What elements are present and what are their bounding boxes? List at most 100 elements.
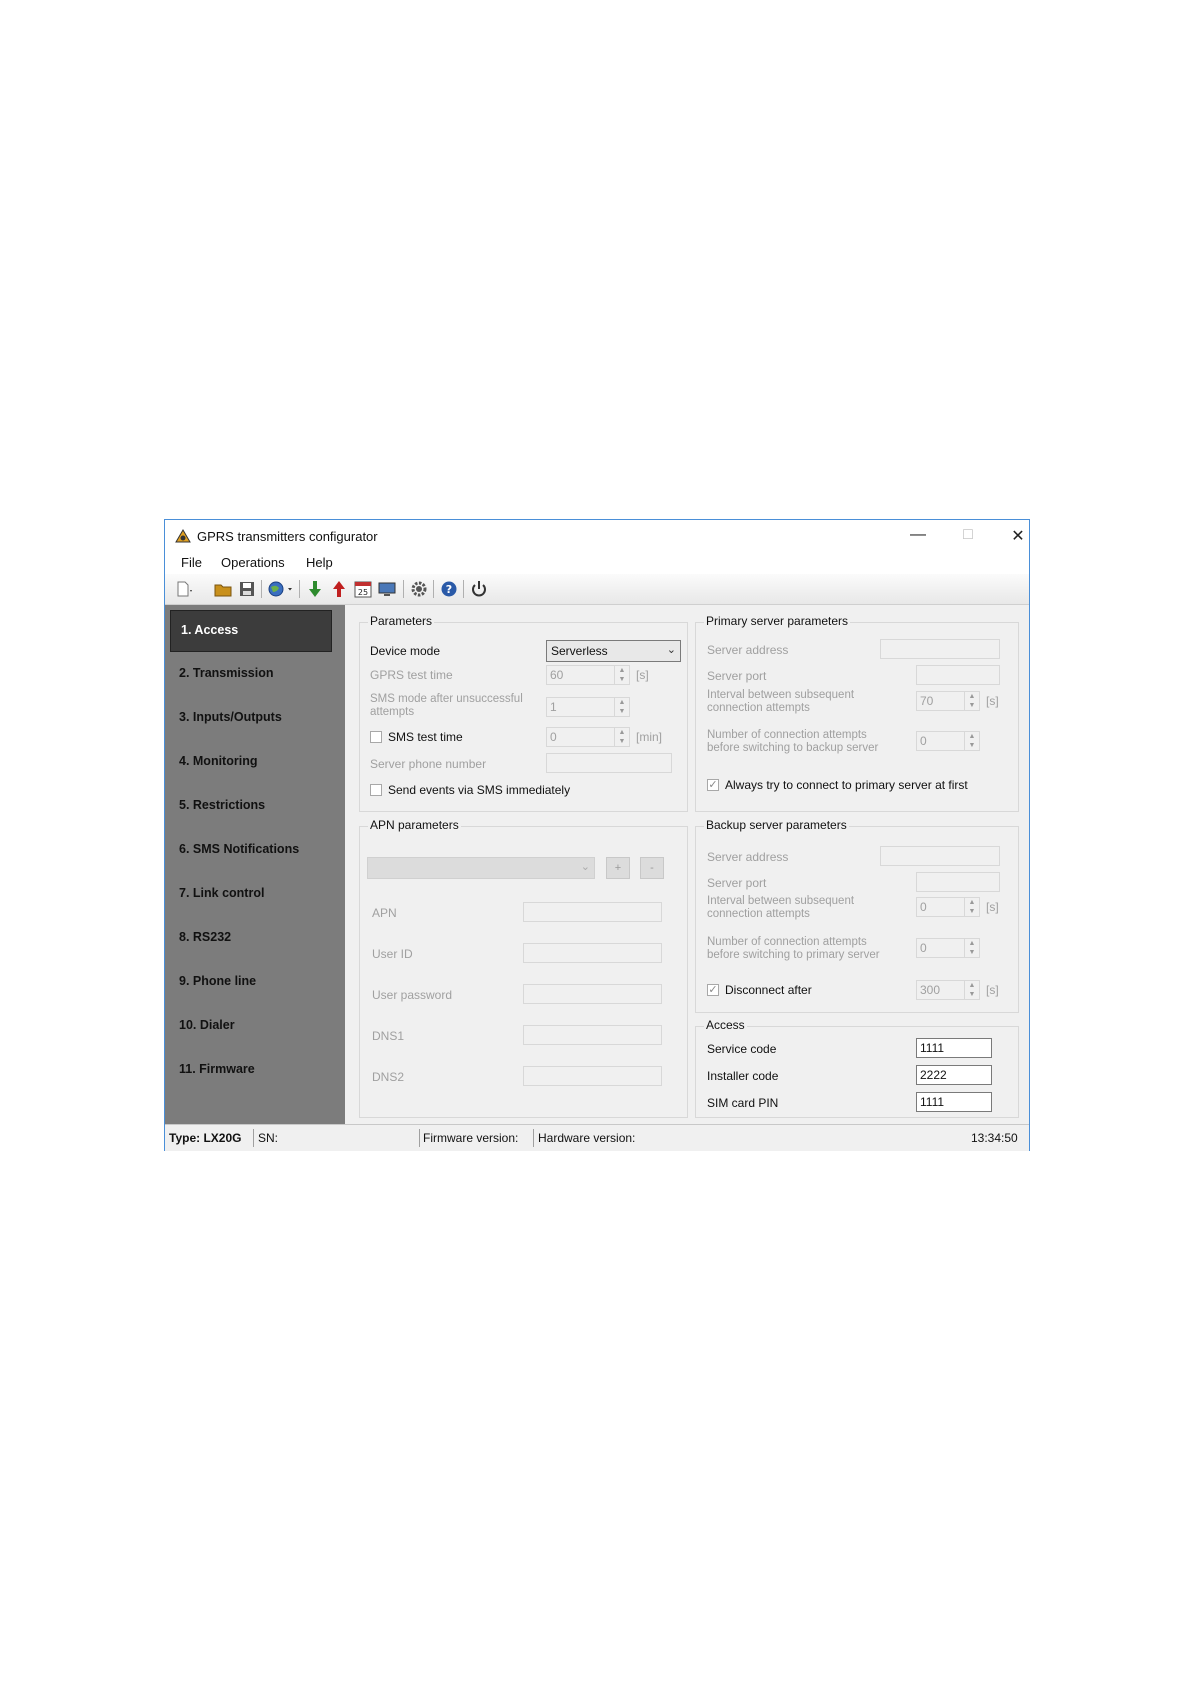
device-mode-value: Serverless [551, 644, 608, 658]
spin-arrows-icon[interactable]: ▲ ▼ [614, 666, 629, 684]
sms-test-time-value: 0 [550, 730, 557, 744]
server-phone-input[interactable] [546, 753, 672, 773]
spin-arrows-icon[interactable]: ▲ ▼ [964, 692, 979, 710]
sidebar-item-inputs-outputs[interactable]: 3. Inputs/Outputs [179, 710, 282, 724]
window-title: GPRS transmitters configurator [197, 529, 378, 544]
group-title: Backup server parameters [704, 818, 849, 832]
device-mode-label: Device mode [370, 644, 441, 658]
disconnect-after-checkbox[interactable]: ✓ [707, 984, 719, 996]
spin-arrows-icon[interactable]: ▲ ▼ [614, 728, 629, 746]
minimize-button[interactable]: — [903, 526, 933, 546]
disconnect-after-unit: [s] [986, 983, 999, 997]
backup-interval-unit: [s] [986, 900, 999, 914]
backup-interval-value: 0 [920, 900, 927, 914]
primary-interval-value: 70 [920, 694, 934, 708]
new-icon[interactable] [173, 580, 193, 598]
primary-interval-stepper[interactable]: 70 ▲ ▼ [916, 691, 980, 711]
user-password-input[interactable] [523, 984, 662, 1004]
gprs-test-time-label: GPRS test time [370, 668, 453, 682]
primary-attempts-label: Number of connection attempts before swit… [707, 729, 879, 754]
sidebar-item-dialer[interactable]: 10. Dialer [179, 1018, 235, 1032]
firmware-version: Firmware version: [423, 1131, 519, 1145]
remove-apn-button[interactable]: - [640, 857, 664, 879]
add-apn-button[interactable]: + [606, 857, 630, 879]
spin-arrows-icon[interactable]: ▲ ▼ [614, 698, 629, 716]
close-button[interactable]: ✕ [1003, 526, 1033, 546]
sms-test-time-stepper[interactable]: 0 ▲ ▼ [546, 727, 630, 747]
gear-icon[interactable] [409, 580, 429, 598]
backup-server-address-label: Server address [707, 850, 789, 864]
dns1-label: DNS1 [372, 1029, 405, 1043]
backup-interval-label: Interval between subsequent connection at… [707, 895, 855, 920]
status-separator [253, 1129, 254, 1147]
installer-code-label: Installer code [707, 1069, 779, 1083]
primary-server-address-input[interactable] [880, 639, 1000, 659]
help-icon[interactable]: ? [439, 580, 459, 598]
toolbar-separator [403, 580, 404, 598]
sim-pin-label: SIM card PIN [707, 1096, 779, 1110]
menu-operations[interactable]: Operations [221, 555, 285, 570]
serial-number: SN: [258, 1131, 279, 1145]
device-mode-select[interactable]: Serverless ⌄ [546, 640, 681, 662]
user-password-label: User password [372, 988, 453, 1002]
sidebar-item-access[interactable]: 1. Access [170, 610, 332, 652]
spin-arrows-icon[interactable]: ▲ ▼ [964, 981, 979, 999]
download-icon[interactable] [305, 580, 325, 598]
gprs-test-time-stepper[interactable]: 60 ▲ ▼ [546, 665, 630, 685]
sms-test-time-checkbox[interactable] [370, 731, 382, 743]
save-icon[interactable] [237, 580, 257, 598]
service-code-input[interactable]: 1111 [916, 1038, 992, 1058]
backup-server-port-input[interactable] [916, 872, 1000, 892]
spin-arrows-icon[interactable]: ▲ ▼ [964, 732, 979, 750]
primary-server-port-input[interactable] [916, 665, 1000, 685]
maximize-button[interactable]: □ [953, 526, 983, 546]
sim-pin-input[interactable]: 1111 [916, 1092, 992, 1112]
app-icon [175, 529, 191, 543]
dns2-input[interactable] [523, 1066, 662, 1086]
backup-interval-stepper[interactable]: 0 ▲ ▼ [916, 897, 980, 917]
menu-help[interactable]: Help [306, 555, 333, 570]
backup-server-port-label: Server port [707, 876, 767, 890]
sms-test-time-unit: [min] [636, 730, 663, 744]
sidebar-item-rs232[interactable]: 8. RS232 [179, 930, 231, 944]
access-group: Access Service code 1111 Installer code … [695, 1018, 1019, 1118]
primary-attempts-stepper[interactable]: 0 ▲ ▼ [916, 731, 980, 751]
open-folder-icon[interactable] [213, 580, 233, 598]
backup-server-address-input[interactable] [880, 846, 1000, 866]
installer-code-input[interactable]: 2222 [916, 1065, 992, 1085]
sms-mode-stepper[interactable]: 1 ▲ ▼ [546, 697, 630, 717]
sidebar-item-phone-line[interactable]: 9. Phone line [179, 974, 256, 988]
disconnect-after-stepper[interactable]: 300 ▲ ▼ [916, 980, 980, 1000]
group-title: Parameters [368, 614, 435, 628]
spin-arrows-icon[interactable]: ▲ ▼ [964, 898, 979, 916]
sidebar-item-firmware[interactable]: 11. Firmware [179, 1062, 255, 1076]
primary-attempts-value: 0 [920, 734, 927, 748]
sidebar-item-restrictions[interactable]: 5. Restrictions [179, 798, 265, 812]
calendar-icon[interactable]: 25 [353, 580, 373, 598]
always-try-primary-checkbox[interactable]: ✓ [707, 779, 719, 791]
sidebar-item-transmission[interactable]: 2. Transmission [179, 666, 273, 680]
send-events-checkbox[interactable] [370, 784, 382, 796]
globe-icon[interactable] [267, 580, 295, 598]
sms-mode-value: 1 [550, 700, 557, 714]
dns1-input[interactable] [523, 1025, 662, 1045]
primary-server-port-label: Server port [707, 669, 767, 683]
disconnect-after-label: Disconnect after [725, 983, 812, 997]
sms-test-time-label: SMS test time [388, 730, 463, 744]
spin-arrows-icon[interactable]: ▲ ▼ [964, 939, 979, 957]
power-icon[interactable] [469, 580, 489, 598]
sidebar-item-link-control[interactable]: 7. Link control [179, 886, 264, 900]
menu-file[interactable]: File [181, 555, 202, 570]
gprs-test-time-unit: [s] [636, 668, 649, 682]
user-id-input[interactable] [523, 943, 662, 963]
upload-icon[interactable] [329, 580, 349, 598]
sidebar-item-monitoring[interactable]: 4. Monitoring [179, 754, 257, 768]
toolbar: 25 ? [165, 574, 1029, 605]
toolbar-separator [299, 580, 300, 598]
sidebar-item-sms-notifications[interactable]: 6. SMS Notifications [179, 842, 299, 856]
apn-profile-select[interactable]: ⌄ [367, 857, 595, 879]
apn-input[interactable] [523, 902, 662, 922]
monitor-icon[interactable] [377, 580, 397, 598]
disconnect-after-value: 300 [920, 983, 941, 997]
backup-attempts-stepper[interactable]: 0 ▲ ▼ [916, 938, 980, 958]
